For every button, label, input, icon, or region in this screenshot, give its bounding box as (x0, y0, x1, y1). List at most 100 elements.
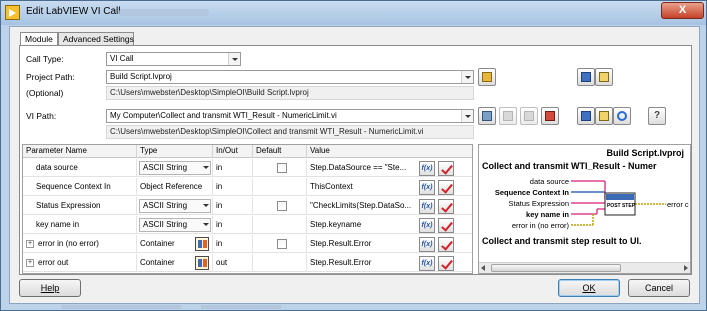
cell-value[interactable]: Step.Result.Error f(x) (307, 235, 472, 253)
expression-builder-icon[interactable]: f(x) (419, 180, 435, 195)
labview-app-icon (5, 5, 20, 20)
value-expression[interactable]: "CheckLimits(Step.DataSo... (310, 197, 418, 214)
value-expression[interactable]: Step.Result.Error (310, 235, 418, 252)
cell-parameter-name[interactable]: Sequence Context In (23, 178, 137, 196)
cell-in-out: in (213, 235, 253, 253)
check-expression-icon[interactable] (438, 180, 454, 195)
cell-parameter-name[interactable]: data source (23, 159, 137, 177)
scroll-left-icon[interactable] (481, 265, 485, 271)
cell-type[interactable]: ASCII String (137, 159, 213, 177)
cell-type[interactable]: Container (137, 254, 213, 272)
vi-path-value: My Computer\Collect and transmit WTI_Res… (110, 111, 337, 120)
check-expression-icon[interactable] (438, 218, 454, 233)
scroll-right-icon[interactable] (684, 265, 688, 271)
cell-type[interactable]: Container (137, 235, 213, 253)
expand-plus-icon[interactable]: + (26, 240, 34, 248)
expression-builder-icon[interactable]: f(x) (419, 161, 435, 176)
header-parameter-name[interactable]: Parameter Name (23, 145, 137, 158)
table-row[interactable]: data source ASCII String in Step.DataSource… (23, 159, 472, 177)
cell-default (253, 235, 307, 253)
cell-type[interactable]: ASCII String (137, 216, 213, 234)
ok-button[interactable]: OK (558, 279, 620, 297)
value-expression[interactable]: Step.keyname (310, 216, 418, 233)
browse-vi-button[interactable] (478, 107, 496, 125)
check-expression-icon[interactable] (438, 199, 454, 214)
blurred-taskbar-fragment (201, 305, 281, 309)
default-checkbox[interactable] (277, 163, 287, 173)
cell-value[interactable]: Step.Result.Error f(x) (307, 254, 472, 272)
check-expression-icon[interactable] (438, 161, 454, 176)
preview-vi-name: Collect and transmit WTI_Result - Numer (482, 161, 657, 171)
table-row[interactable]: key name in ASCII String in Step.keyname f(x… (23, 216, 472, 234)
scroll-thumb[interactable] (491, 264, 621, 272)
expression-builder-icon[interactable]: f(x) (419, 199, 435, 214)
tab-advanced-settings[interactable]: Advanced Settings (58, 32, 134, 46)
edit-project-button[interactable] (595, 68, 613, 86)
type-select[interactable]: ASCII String (139, 161, 211, 175)
cell-parameter-name[interactable]: key name in (23, 216, 137, 234)
reload-prototype-button[interactable] (613, 107, 631, 125)
cell-type[interactable]: ASCII String (137, 197, 213, 215)
vi-open-icon (581, 111, 591, 121)
help-button[interactable]: Help (19, 279, 81, 297)
type-text: Object Reference (140, 182, 203, 191)
expression-builder-icon[interactable]: f(x) (419, 218, 435, 233)
vi-tool-button-6[interactable] (595, 107, 613, 125)
blurred-taskbar-fragment (61, 305, 181, 309)
ok-button-label: OK (582, 283, 596, 293)
check-expression-icon[interactable] (438, 237, 454, 252)
title-bar[interactable]: Edit LabVIEW VI Call X (1, 1, 706, 25)
value-expression[interactable]: Step.Result.Error (310, 254, 418, 271)
cell-value[interactable]: Step.keyname f(x) (307, 216, 472, 234)
table-row[interactable]: Sequence Context In Object Reference in Thi… (23, 178, 472, 196)
call-type-select[interactable]: VI Call (106, 52, 241, 66)
vi-tool-button-5[interactable] (577, 107, 595, 125)
help-context-button[interactable]: ? (648, 107, 666, 125)
cell-parameter-name[interactable]: + error in (no error) (23, 235, 137, 253)
cluster-type-icon[interactable] (195, 237, 209, 251)
vi-tool-button-3[interactable] (520, 107, 538, 125)
header-value[interactable]: Value (307, 145, 472, 158)
value-expression[interactable]: Step.DataSource == "Ste... (310, 159, 418, 176)
expression-builder-icon[interactable]: f(x) (419, 237, 435, 252)
browse-project-button[interactable] (478, 68, 496, 86)
optional-label: (Optional) (26, 88, 64, 98)
type-text: ASCII String (143, 220, 188, 229)
cell-parameter-name[interactable]: + error out (23, 254, 137, 272)
table-row[interactable]: + error in (no error) Container in Step.Resu… (23, 235, 472, 253)
default-checkbox[interactable] (277, 239, 287, 249)
parameter-name-text: error out (38, 258, 69, 267)
default-checkbox[interactable] (277, 201, 287, 211)
vi-tool-button-2[interactable] (499, 107, 517, 125)
parameter-name-text: data source (36, 163, 78, 172)
type-select[interactable]: ASCII String (139, 199, 211, 213)
type-text: ASCII String (143, 201, 188, 210)
table-row[interactable]: Status Expression ASCII String in "CheckLim… (23, 197, 472, 215)
cluster-type-icon[interactable] (195, 256, 209, 270)
vi-path-select[interactable]: My Computer\Collect and transmit WTI_Res… (106, 109, 474, 123)
parameter-name-text: Sequence Context In (36, 182, 111, 191)
cancel-button[interactable]: Cancel (628, 279, 690, 297)
value-expression[interactable]: ThisContext (310, 178, 418, 195)
cell-value[interactable]: "CheckLimits(Step.DataSo... f(x) (307, 197, 472, 215)
project-path-select[interactable]: Build Script.lvproj (106, 70, 474, 84)
folder-icon (482, 72, 492, 82)
table-row[interactable]: + error out Container out Step.Result.Error f… (23, 254, 472, 272)
preview-scrollbar[interactable] (479, 262, 690, 273)
cell-value[interactable]: Step.DataSource == "Ste... f(x) (307, 159, 472, 177)
expression-builder-icon[interactable]: f(x) (419, 256, 435, 271)
cell-value[interactable]: ThisContext f(x) (307, 178, 472, 196)
expand-plus-icon[interactable]: + (26, 259, 34, 267)
vi-tool-button-4[interactable] (541, 107, 559, 125)
header-default[interactable]: Default (253, 145, 307, 158)
header-in-out[interactable]: In/Out (213, 145, 253, 158)
cell-type[interactable]: Object Reference (137, 178, 213, 196)
header-type[interactable]: Type (137, 145, 213, 158)
open-project-button[interactable] (577, 68, 595, 86)
vi-diagram-icon (524, 111, 534, 121)
check-expression-icon[interactable] (438, 256, 454, 271)
close-button[interactable]: X (661, 2, 704, 19)
cell-parameter-name[interactable]: Status Expression (23, 197, 137, 215)
type-select[interactable]: ASCII String (139, 218, 211, 232)
cell-in-out: in (213, 197, 253, 215)
